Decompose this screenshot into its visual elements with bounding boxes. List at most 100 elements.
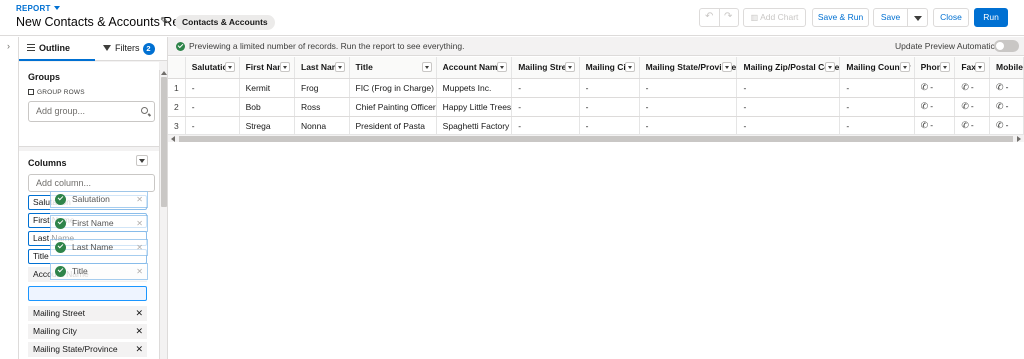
add-group-input[interactable]: Add group... — [28, 101, 155, 122]
panel-scrollbar[interactable] — [159, 70, 167, 359]
scroll-up-arrow-icon[interactable] — [161, 71, 167, 75]
phone-icon: ✆ — [996, 120, 1004, 130]
table-cell: Kermit — [239, 78, 296, 98]
groups-section: Groups GROUP ROWS Add group... — [19, 62, 159, 147]
scroll-left-arrow-icon[interactable] — [171, 136, 175, 142]
remove-icon[interactable]: ✕ — [135, 325, 143, 338]
check-circle-icon — [55, 242, 66, 253]
column-item[interactable]: Mailing City ✕ — [28, 324, 147, 339]
close-button[interactable]: Close — [933, 8, 969, 27]
table-header-row: Salutation First Name Last Name Title Ac… — [168, 57, 1024, 79]
column-item[interactable]: Mailing State/Province ✕ — [28, 342, 147, 357]
table-cell: Nonna — [294, 116, 350, 136]
remove-icon[interactable]: ✕ — [135, 343, 143, 356]
column-header[interactable]: Title — [349, 57, 437, 79]
report-header: REPORT New Contacts & Accounts Report ✎ … — [0, 0, 1024, 36]
remove-icon: ✕ — [136, 243, 143, 252]
column-header[interactable]: Fax — [954, 57, 991, 79]
chevron-down-icon[interactable] — [825, 62, 836, 72]
run-button[interactable]: Run — [974, 8, 1008, 27]
preview-notice-text: Previewing a limited number of records. … — [189, 41, 465, 51]
table-cell: Happy Little Trees — [436, 97, 513, 117]
table-cell: President of Pasta — [349, 116, 437, 136]
dragged-columns-ghost[interactable]: Salutation ✕ First Name ✕ Last Name ✕ Title… — [50, 191, 148, 281]
chevron-down-icon[interactable] — [421, 62, 432, 72]
table-row: 2 - Bob Ross Chief Painting Officer Happ… — [168, 97, 1024, 117]
save-button[interactable]: Save — [873, 8, 908, 27]
table-cell: Chief Painting Officer — [349, 97, 437, 117]
column-header[interactable]: Mailing City — [579, 57, 640, 79]
table-row: 1 - Kermit Frog FIC (Frog in Charge) Mup… — [168, 78, 1024, 98]
table-cell: - — [736, 116, 841, 136]
column-header[interactable]: Mailing State/Province — [639, 57, 738, 79]
report-preview: Previewing a limited number of records. … — [168, 37, 1024, 359]
scroll-right-arrow-icon[interactable] — [1017, 136, 1021, 142]
table-cell: - — [639, 97, 738, 117]
dragged-column-item: Last Name ✕ — [50, 239, 148, 256]
chart-icon: ▥ — [750, 13, 759, 22]
chevron-down-icon[interactable] — [280, 62, 291, 72]
phone-icon: ✆ — [996, 82, 1004, 92]
table-cell: - — [511, 116, 580, 136]
table-cell: ✆ - — [989, 97, 1024, 117]
table-cell: - — [579, 78, 640, 98]
table-cell: - — [185, 97, 240, 117]
redo-icon[interactable]: ↷ — [724, 11, 732, 22]
table-cell: FIC (Frog in Charge) — [349, 78, 437, 98]
preview-notice-bar: Previewing a limited number of records. … — [168, 37, 1024, 56]
column-header[interactable]: Mailing Street — [511, 57, 580, 79]
dragged-column-item: First Name ✕ — [50, 215, 148, 232]
scrollbar-thumb[interactable] — [161, 77, 167, 207]
column-item[interactable]: Mailing Street ✕ — [28, 306, 147, 321]
column-header[interactable]: Account Name — [436, 57, 513, 79]
chevron-down-icon[interactable] — [940, 62, 951, 72]
table-horizontal-scrollbar[interactable] — [168, 134, 1024, 142]
chevron-down-icon[interactable] — [224, 62, 235, 72]
table-cell: - — [511, 78, 580, 98]
edit-pencil-icon[interactable]: ✎ — [160, 16, 168, 27]
table-cell: ✆ - — [914, 97, 956, 117]
add-chart-button[interactable]: ▥ Add Chart — [743, 8, 806, 27]
table-cell: - — [839, 97, 915, 117]
column-header[interactable]: First Name — [239, 57, 296, 79]
remove-icon[interactable]: ✕ — [135, 307, 143, 320]
check-circle-icon — [55, 218, 66, 229]
column-header[interactable]: Last Name — [294, 57, 350, 79]
chevron-down-icon[interactable] — [899, 62, 910, 72]
dragged-column-item: Salutation ✕ — [50, 191, 148, 208]
scrollbar-thumb[interactable] — [179, 136, 1013, 142]
chevron-down-icon[interactable] — [334, 62, 345, 72]
chevron-down-icon[interactable] — [975, 62, 986, 72]
group-rows-icon — [28, 89, 34, 95]
add-column-input[interactable]: Add column... — [28, 174, 155, 192]
auto-update-toggle[interactable] — [994, 40, 1019, 52]
tab-outline[interactable]: Outline — [19, 37, 95, 61]
column-header[interactable]: Mailing Country — [839, 57, 915, 79]
tab-filters[interactable]: Filters 2 — [95, 37, 167, 61]
table-cell: Bob — [239, 97, 296, 117]
table-cell: Muppets Inc. — [436, 78, 513, 98]
table-cell: ✆ - — [914, 78, 956, 98]
chevron-down-icon[interactable] — [624, 62, 635, 72]
column-header[interactable]: Salutation — [185, 57, 240, 79]
column-header[interactable]: Mailing Zip/Postal Code — [736, 57, 841, 79]
success-check-icon — [176, 42, 185, 51]
row-number: 3 — [168, 116, 186, 136]
chevron-down-icon[interactable] — [564, 62, 575, 72]
columns-menu-dropdown[interactable] — [136, 155, 148, 166]
panel-tabs: Outline Filters 2 — [19, 37, 167, 61]
table-cell: - — [579, 116, 640, 136]
table-cell: ✆ - — [914, 116, 956, 136]
column-header[interactable]: Mobile — [989, 57, 1024, 79]
chevron-down-icon[interactable] — [497, 62, 508, 72]
chevron-right-icon[interactable]: › — [7, 41, 10, 51]
column-header[interactable]: Phone — [914, 57, 956, 79]
save-and-run-button[interactable]: Save & Run — [812, 8, 869, 27]
columns-heading: Columns — [28, 158, 67, 168]
report-eyebrow-menu[interactable]: REPORT — [16, 4, 60, 13]
undo-icon[interactable]: ↶ — [705, 11, 713, 22]
table-cell: - — [511, 97, 580, 117]
chevron-down-icon[interactable] — [722, 62, 733, 72]
table-cell: - — [736, 78, 841, 98]
save-options-dropdown[interactable] — [907, 8, 928, 27]
